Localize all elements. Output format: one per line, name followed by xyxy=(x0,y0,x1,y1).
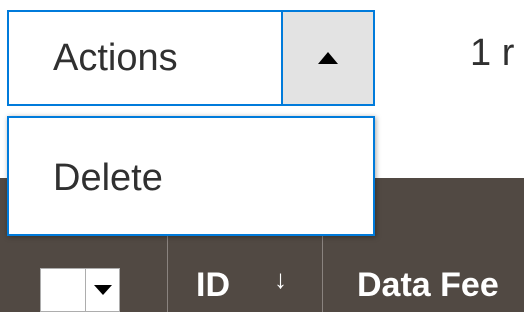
records-found-text: 1 r xyxy=(470,32,515,74)
actions-toggle-button[interactable] xyxy=(281,12,373,104)
mass-select-checkbox[interactable] xyxy=(40,268,86,312)
page: Actions 1 r ID ↓ Data Fee Delete xyxy=(0,0,524,312)
triangle-down-icon xyxy=(93,285,112,295)
menu-item-delete[interactable]: Delete xyxy=(9,142,373,214)
triangle-up-icon xyxy=(318,52,338,64)
mass-select-control[interactable] xyxy=(40,268,120,312)
mass-select-toggle[interactable] xyxy=(86,268,120,312)
actions-menu: Delete xyxy=(7,116,375,236)
column-header-id[interactable]: ID xyxy=(196,266,230,305)
actions-dropdown[interactable]: Actions xyxy=(7,10,375,106)
actions-label[interactable]: Actions xyxy=(9,12,281,104)
sort-arrow-icon[interactable]: ↓ xyxy=(274,264,287,295)
column-header-data-feed[interactable]: Data Fee xyxy=(357,266,499,305)
